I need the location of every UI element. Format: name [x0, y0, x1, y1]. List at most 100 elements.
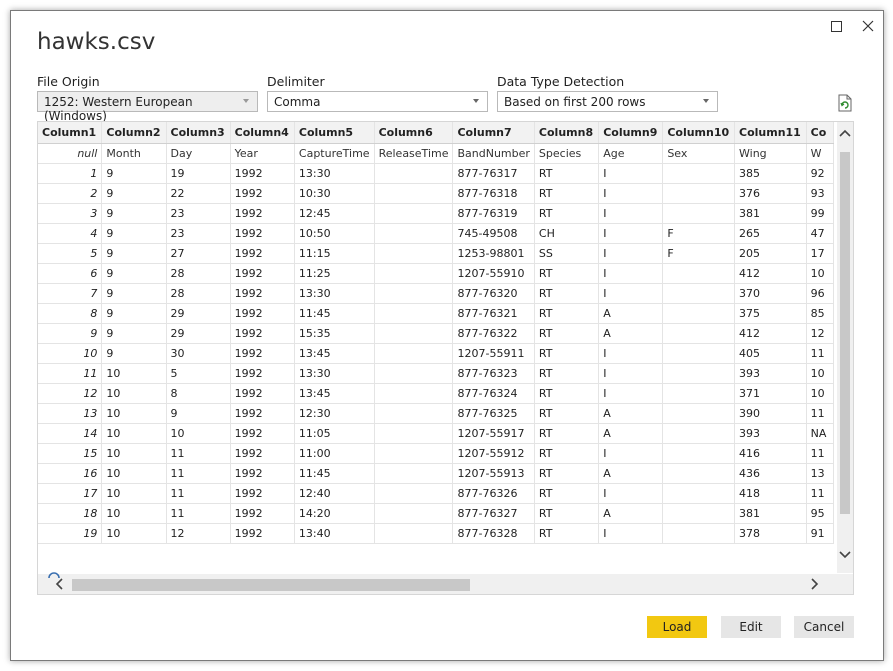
table-cell: 1992 — [230, 363, 295, 384]
close-button[interactable] — [857, 15, 879, 37]
table-cell: 877-76320 — [452, 283, 535, 304]
scroll-up-button[interactable] — [838, 126, 852, 140]
table-cell: RT — [534, 463, 600, 484]
table-cell: 4 — [38, 223, 103, 244]
table-cell: 13:30 — [294, 283, 375, 304]
table-cell: 22 — [166, 183, 231, 204]
refresh-icon[interactable] — [837, 94, 853, 112]
table-cell: 5 — [166, 363, 231, 384]
table-cell — [374, 363, 454, 384]
detection-dropdown[interactable]: Based on first 200 rows — [497, 91, 718, 112]
table-cell: NA — [806, 423, 834, 444]
table-cell: 418 — [734, 483, 807, 504]
table-cell: I — [598, 383, 664, 404]
table-cell: Day — [166, 143, 231, 164]
table-cell: 10:30 — [294, 183, 375, 204]
column-header[interactable]: Column11 — [734, 122, 807, 144]
table-cell — [374, 323, 454, 344]
table-cell: 1992 — [230, 463, 295, 484]
table-cell — [662, 403, 735, 424]
column-header[interactable]: Co — [806, 122, 834, 144]
table-row: 4 9 23 1992 10:50 745-49508 CH I F 265 47 — [38, 223, 834, 244]
table-cell: 14:20 — [294, 503, 375, 524]
table-cell: 10 — [101, 523, 167, 544]
table-cell: 745-49508 — [452, 223, 535, 244]
horizontal-scrollbar[interactable] — [38, 572, 853, 594]
table-cell: 10 — [101, 403, 167, 424]
table-cell: 13:30 — [294, 363, 375, 384]
chevron-down-icon — [703, 99, 709, 103]
column-header[interactable]: Column3 — [166, 122, 231, 144]
maximize-button[interactable] — [825, 15, 847, 37]
table-cell: RT — [534, 483, 600, 504]
table-cell: 11:25 — [294, 263, 375, 284]
table-cell: Year — [230, 143, 295, 164]
table-cell: 1992 — [230, 223, 295, 244]
table-row: 19 10 12 1992 13:40 877-76328 RT I 378 91 — [38, 523, 834, 544]
scroll-down-button[interactable] — [838, 548, 852, 562]
table-cell: 10 — [101, 463, 167, 484]
table-cell — [662, 523, 735, 544]
table-cell: 381 — [734, 503, 807, 524]
table-cell: I — [598, 243, 664, 264]
table-cell: 10 — [101, 443, 167, 464]
table-cell: 17 — [38, 483, 103, 504]
column-header[interactable]: Column8 — [534, 122, 600, 144]
table-cell — [662, 323, 735, 344]
vertical-scroll-thumb[interactable] — [840, 152, 850, 514]
table-cell: 877-76324 — [452, 383, 535, 404]
table-cell: 11 — [806, 403, 834, 424]
file-origin-dropdown[interactable]: 1252: Western European (Windows) — [37, 91, 258, 123]
table-cell — [374, 163, 454, 184]
table-cell — [662, 363, 735, 384]
horizontal-scroll-thumb[interactable] — [72, 579, 470, 591]
table-cell — [662, 463, 735, 484]
close-icon — [862, 20, 874, 32]
load-button[interactable]: Load — [647, 616, 707, 638]
scroll-right-button[interactable] — [808, 577, 822, 591]
table-cell: 1992 — [230, 403, 295, 424]
table-row: 18 10 11 1992 14:20 877-76327 RT A 381 95 — [38, 503, 834, 524]
table-cell — [374, 243, 454, 264]
table-cell: 1992 — [230, 283, 295, 304]
column-header[interactable]: Column4 — [230, 122, 295, 144]
table-cell: 10 — [101, 503, 167, 524]
column-header[interactable]: Column6 — [374, 122, 454, 144]
edit-button[interactable]: Edit — [721, 616, 781, 638]
table-cell: RT — [534, 203, 600, 224]
vertical-scrollbar[interactable] — [837, 122, 853, 573]
table-cell: 1992 — [230, 523, 295, 544]
scroll-left-button[interactable] — [52, 577, 66, 591]
table-cell: 12:30 — [294, 403, 375, 424]
column-header[interactable]: Column10 — [662, 122, 735, 144]
column-header[interactable]: Column7 — [452, 122, 535, 144]
column-header[interactable]: Column9 — [598, 122, 664, 144]
table-cell — [662, 383, 735, 404]
table-cell: 13:40 — [294, 523, 375, 544]
column-header[interactable]: Column2 — [101, 122, 167, 144]
table-cell: RT — [534, 183, 600, 204]
table-cell: CH — [534, 223, 600, 244]
table-cell: 11:05 — [294, 423, 375, 444]
table-cell: 11 — [166, 463, 231, 484]
table-cell: A — [598, 463, 664, 484]
table-cell: A — [598, 503, 664, 524]
cancel-button[interactable]: Cancel — [794, 616, 854, 638]
table-cell: RT — [534, 283, 600, 304]
column-header[interactable]: Column1 — [38, 122, 103, 144]
table-cell: 15:35 — [294, 323, 375, 344]
table-row: 2 9 22 1992 10:30 877-76318 RT I 376 93 — [38, 183, 834, 204]
maximize-icon — [830, 20, 842, 32]
chevron-up-icon — [839, 129, 851, 137]
table-cell — [662, 503, 735, 524]
table-cell: 11:15 — [294, 243, 375, 264]
table-cell: 1992 — [230, 503, 295, 524]
table-cell: 877-76327 — [452, 503, 535, 524]
table-cell — [374, 203, 454, 224]
column-header[interactable]: Column5 — [294, 122, 375, 144]
table-cell: 1992 — [230, 163, 295, 184]
table-cell: RT — [534, 303, 600, 324]
table-cell: 85 — [806, 303, 834, 324]
delimiter-dropdown[interactable]: Comma — [267, 91, 488, 112]
table-cell: 393 — [734, 363, 807, 384]
